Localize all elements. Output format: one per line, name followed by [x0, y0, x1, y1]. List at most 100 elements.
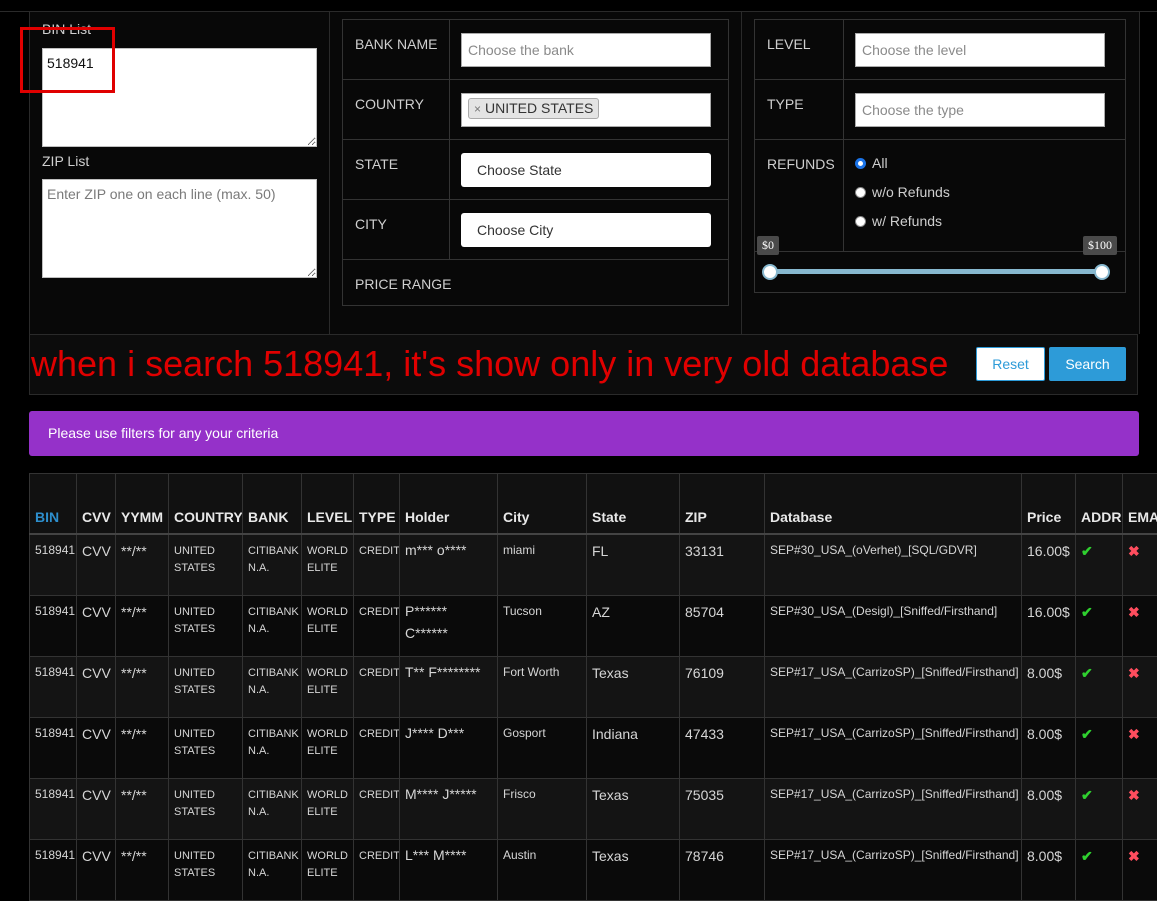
- country-multiselect[interactable]: ×UNITED STATES: [461, 93, 711, 127]
- refunds-label: REFUNDS: [767, 156, 835, 172]
- cell-city: Tucson: [498, 596, 587, 657]
- cell-country: UNITEDSTATES: [169, 534, 243, 596]
- cell-type: CREDIT: [354, 840, 400, 901]
- table-row[interactable]: 518941CVV**/**UNITEDSTATESCITIBANKN.A.WO…: [30, 596, 1157, 657]
- cell-addr: ✔: [1076, 840, 1123, 901]
- cell-level-line: WORLD: [307, 604, 348, 621]
- refund-option-all[interactable]: All: [855, 155, 888, 171]
- radio-icon[interactable]: [855, 187, 866, 198]
- cell-country-line: STATES: [174, 682, 237, 699]
- col-header-bank: BANK: [243, 474, 302, 535]
- cell-holder: L*** M****: [400, 840, 498, 901]
- cell-bank-line: N.A.: [248, 682, 296, 699]
- price-range-label: PRICE RANGE: [355, 276, 451, 292]
- col-header-addr: ADDR: [1076, 474, 1123, 535]
- cell-level-line: WORLD: [307, 848, 348, 865]
- cell-bin: 518941: [30, 657, 77, 718]
- cell-database: SEP#17_USA_(CarrizoSP)_[Sniffed/Firsthan…: [765, 779, 1022, 840]
- cell-state: Indiana: [587, 718, 680, 779]
- cell-level: WORLDELITE: [302, 779, 354, 840]
- cell-type: CREDIT: [354, 657, 400, 718]
- type-label: TYPE: [767, 96, 804, 112]
- col-header-country: COUNTRY: [169, 474, 243, 535]
- cell-country-line: STATES: [174, 560, 237, 577]
- table-row[interactable]: 518941CVV**/**UNITEDSTATESCITIBANKN.A.WO…: [30, 657, 1157, 718]
- refund-option-with[interactable]: w/ Refunds: [855, 213, 942, 229]
- cell-cvv: CVV: [77, 779, 116, 840]
- state-select[interactable]: Choose State: [461, 153, 711, 187]
- check-icon: ✔: [1081, 848, 1093, 864]
- cell-bank-line: CITIBANK: [248, 726, 296, 743]
- bank-name-input[interactable]: Choose the bank: [461, 33, 711, 67]
- cell-bank: CITIBANKN.A.: [243, 840, 302, 901]
- cell-database: SEP#30_USA_(oVerhet)_[SQL/GDVR]: [765, 534, 1022, 596]
- price-min-handle[interactable]: [762, 264, 778, 280]
- cross-icon: ✖: [1128, 543, 1140, 559]
- reset-button[interactable]: Reset: [976, 347, 1045, 381]
- refund-option-without[interactable]: w/o Refunds: [855, 184, 950, 200]
- radio-icon[interactable]: [855, 216, 866, 227]
- state-label: STATE: [355, 156, 398, 172]
- cell-holder: M**** J*****: [400, 779, 498, 840]
- cell-level-line: ELITE: [307, 743, 348, 760]
- level-input[interactable]: Choose the level: [855, 33, 1105, 67]
- cell-zip: 78746: [680, 840, 765, 901]
- type-input[interactable]: Choose the type: [855, 93, 1105, 127]
- cell-level-line: ELITE: [307, 560, 348, 577]
- cell-level-line: ELITE: [307, 865, 348, 882]
- cross-icon: ✖: [1128, 787, 1140, 803]
- price-slider-track[interactable]: [770, 269, 1102, 274]
- cell-email: ✖: [1123, 718, 1157, 779]
- cell-state: Texas: [587, 779, 680, 840]
- table-row[interactable]: 518941CVV**/**UNITEDSTATESCITIBANKN.A.WO…: [30, 718, 1157, 779]
- cell-divider: [843, 20, 844, 252]
- cell-country-line: STATES: [174, 804, 237, 821]
- price-max-handle[interactable]: [1094, 264, 1110, 280]
- cell-bank-line: CITIBANK: [248, 787, 296, 804]
- column-divider: [741, 12, 742, 334]
- cell-addr: ✔: [1076, 657, 1123, 718]
- cell-country-line: STATES: [174, 743, 237, 760]
- col-header-yymm: YYMM: [116, 474, 169, 535]
- table-row[interactable]: 518941CVV**/**UNITEDSTATESCITIBANKN.A.WO…: [30, 534, 1157, 596]
- col-header-database: Database: [765, 474, 1022, 535]
- cell-cvv: CVV: [77, 657, 116, 718]
- refund-option-label: w/ Refunds: [872, 213, 942, 229]
- cell-email: ✖: [1123, 657, 1157, 718]
- cell-bank-line: CITIBANK: [248, 848, 296, 865]
- highlight-box: [20, 27, 115, 93]
- cell-yymm: **/**: [116, 779, 169, 840]
- cell-addr: ✔: [1076, 534, 1123, 596]
- remove-tag-icon[interactable]: ×: [474, 102, 481, 116]
- cell-country: UNITEDSTATES: [169, 840, 243, 901]
- table-row[interactable]: 518941CVV**/**UNITEDSTATESCITIBANKN.A.WO…: [30, 779, 1157, 840]
- cell-holder: m*** o****: [400, 534, 498, 596]
- cell-country-line: UNITED: [174, 726, 237, 743]
- cell-city: Frisco: [498, 779, 587, 840]
- cell-yymm: **/**: [116, 718, 169, 779]
- check-icon: ✔: [1081, 604, 1093, 620]
- check-icon: ✔: [1081, 665, 1093, 681]
- cell-country-line: STATES: [174, 621, 237, 638]
- cell-database: SEP#30_USA_(Desigl)_[Sniffed/Firsthand]: [765, 596, 1022, 657]
- results-table: BIN CVV YYMM COUNTRY BANK LEVEL TYPE Hol…: [29, 473, 1157, 901]
- col-header-bin[interactable]: BIN: [30, 474, 77, 535]
- col-header-cvv: CVV: [77, 474, 116, 535]
- cell-type: CREDIT: [354, 718, 400, 779]
- cell-database: SEP#17_USA_(CarrizoSP)_[Sniffed/Firsthan…: [765, 657, 1022, 718]
- cell-type: CREDIT: [354, 779, 400, 840]
- cell-bank: CITIBANKN.A.: [243, 657, 302, 718]
- cell-bank-line: CITIBANK: [248, 604, 296, 621]
- search-button[interactable]: Search: [1049, 347, 1126, 381]
- cell-yymm: **/**: [116, 657, 169, 718]
- top-bar: [0, 0, 1157, 12]
- radio-selected-icon[interactable]: [855, 158, 866, 169]
- country-tag[interactable]: ×UNITED STATES: [468, 98, 599, 119]
- table-row[interactable]: 518941CVV**/**UNITEDSTATESCITIBANKN.A.WO…: [30, 840, 1157, 901]
- zip-list-textarea[interactable]: [42, 179, 317, 278]
- col-header-price: Price: [1022, 474, 1076, 535]
- city-select[interactable]: Choose City: [461, 213, 711, 247]
- cell-city: Fort Worth: [498, 657, 587, 718]
- col-header-holder: Holder: [400, 474, 498, 535]
- price-min-tooltip: $0: [757, 236, 779, 255]
